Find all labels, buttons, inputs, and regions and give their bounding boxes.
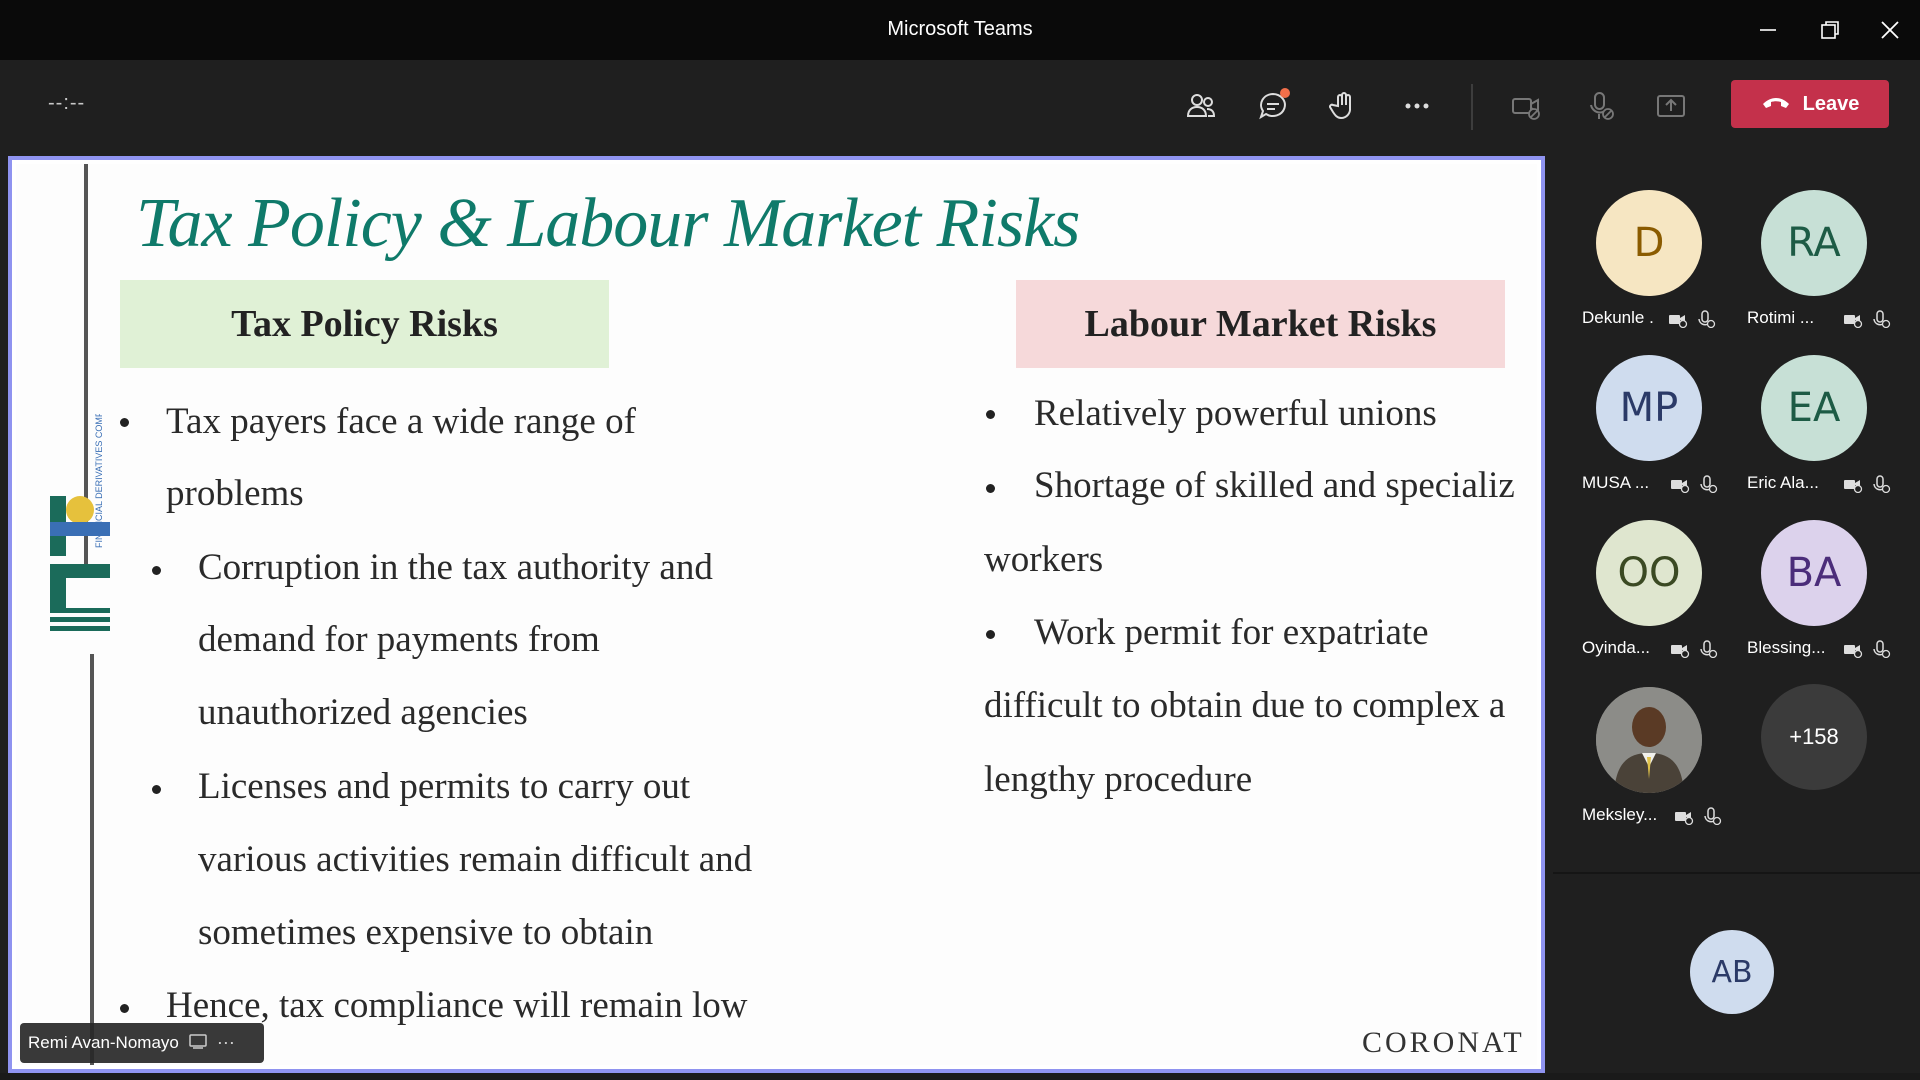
camera-off-icon [1844, 315, 1863, 328]
labour-market-header: Labour Market Risks [1016, 280, 1505, 368]
participant-name: Meksley... [1582, 805, 1658, 824]
mic-off-icon[interactable] [1576, 82, 1624, 130]
window-title: Microsoft Teams [887, 18, 1033, 40]
participant-avatar: MP [1596, 355, 1702, 461]
share-screen-icon[interactable] [1647, 82, 1695, 130]
bullet [152, 566, 161, 575]
bottom-strip [0, 1073, 1920, 1080]
participant-tile[interactable]: EA Eric Ala... [1747, 355, 1907, 515]
mic-off-icon [1704, 807, 1722, 825]
camera-off-icon [1844, 645, 1863, 658]
screen-share-icon [189, 1033, 207, 1054]
left-line: various activities remain difficult and [198, 839, 753, 880]
participant-name: Eric Ala... [1747, 473, 1819, 492]
left-line: Corruption in the tax authority and [198, 547, 713, 588]
participant-tile[interactable]: BA Blessing... [1747, 520, 1907, 680]
participant-name: Blessing... [1747, 638, 1826, 657]
self-avatar[interactable]: AB [1690, 930, 1774, 1014]
bullet [120, 418, 129, 427]
bullet [152, 785, 161, 794]
participant-name: Dekunle . [1582, 308, 1654, 327]
more-participants-button[interactable]: +158 [1761, 684, 1867, 790]
left-line: problems [166, 473, 304, 514]
slide-footer-brand: CORONAT [1362, 1026, 1525, 1059]
camera-off-icon [1669, 315, 1688, 328]
camera-off-icon [1671, 645, 1690, 658]
fdc-logo: FINANCIAL DERIVATIVES COMPANY [42, 393, 122, 654]
tax-policy-header: Tax Policy Risks [120, 280, 609, 368]
participant-avatar: OO [1596, 520, 1702, 626]
left-line: Hence, tax compliance will remain low [166, 985, 748, 1026]
presenter-label: Remi Avan-Nomayo ⋯ [20, 1023, 264, 1063]
leave-button[interactable]: Leave [1731, 80, 1889, 128]
participant-tile[interactable]: MP MUSA ... [1582, 355, 1742, 515]
mic-off-icon [1700, 475, 1718, 493]
slide-title: Tax Policy & Labour Market Risks [136, 185, 1080, 262]
right-line: workers [984, 539, 1104, 580]
participant-photo [1596, 687, 1702, 793]
participant-tile[interactable]: RA Rotimi ... [1747, 190, 1907, 350]
left-line: demand for payments from [198, 619, 600, 660]
title-bar: Microsoft Teams [0, 0, 1920, 60]
shared-screen: FINANCIAL DERIVATIVES COMPANY Tax Policy… [8, 156, 1545, 1073]
bullet [986, 410, 995, 419]
more-options-icon[interactable] [1393, 82, 1441, 130]
right-line: Shortage of skilled and specializ [1034, 465, 1515, 506]
presentation-slide: FINANCIAL DERIVATIVES COMPANY Tax Policy… [16, 164, 1537, 1065]
right-line: lengthy procedure [984, 759, 1253, 800]
left-line: sometimes expensive to obtain [198, 912, 654, 953]
camera-off-icon [1844, 480, 1863, 493]
participant-name: Oyinda... [1582, 638, 1651, 657]
right-line: Work permit for expatriate [1034, 612, 1429, 653]
toolbar-divider [1471, 84, 1473, 130]
leave-label: Leave [1802, 92, 1860, 115]
hangup-icon [1761, 93, 1791, 116]
bullet [986, 630, 995, 639]
participant-tile[interactable]: D Dekunle . [1582, 190, 1742, 350]
right-line: Relatively powerful unions [1034, 393, 1437, 434]
participant-name: Rotimi ... [1747, 308, 1815, 327]
right-line: difficult to obtain due to complex a [984, 685, 1506, 726]
camera-off-icon[interactable] [1502, 82, 1550, 130]
meeting-toolbar: --:-- Leave [0, 60, 1920, 150]
close-icon[interactable] [1872, 12, 1908, 48]
participant-avatar: BA [1761, 520, 1867, 626]
chat-icon[interactable] [1249, 82, 1297, 130]
participant-avatar: D [1596, 190, 1702, 296]
people-icon[interactable] [1177, 82, 1225, 130]
presenter-name: Remi Avan-Nomayo [28, 1033, 179, 1052]
mic-off-icon [1700, 640, 1718, 658]
participant-tile[interactable]: OO Oyinda... [1582, 520, 1742, 680]
participant-avatar: EA [1761, 355, 1867, 461]
left-line: unauthorized agencies [198, 692, 528, 733]
camera-off-icon [1675, 812, 1694, 825]
bullet [120, 1004, 129, 1013]
left-line: Licenses and permits to carry out [198, 766, 691, 807]
participant-avatar: RA [1761, 190, 1867, 296]
meeting-timer: --:-- [48, 92, 86, 114]
slide-rule-bottom [90, 654, 94, 1065]
participant-name: MUSA ... [1582, 473, 1650, 492]
presenter-more-icon[interactable]: ⋯ [217, 1033, 236, 1054]
mic-off-icon [1873, 310, 1891, 328]
restore-icon[interactable] [1812, 12, 1848, 48]
mic-off-icon [1873, 640, 1891, 658]
bullet [986, 484, 995, 493]
mic-off-icon [1698, 310, 1716, 328]
participant-tile[interactable]: Meksley... [1582, 687, 1742, 847]
raise-hand-icon[interactable] [1320, 82, 1368, 130]
left-line: Tax payers face a wide range of [166, 401, 636, 442]
mic-off-icon [1873, 475, 1891, 493]
camera-off-icon [1671, 480, 1690, 493]
panel-divider [1553, 872, 1920, 874]
minimize-icon[interactable] [1750, 12, 1786, 48]
chat-unread-dot [1280, 88, 1290, 98]
